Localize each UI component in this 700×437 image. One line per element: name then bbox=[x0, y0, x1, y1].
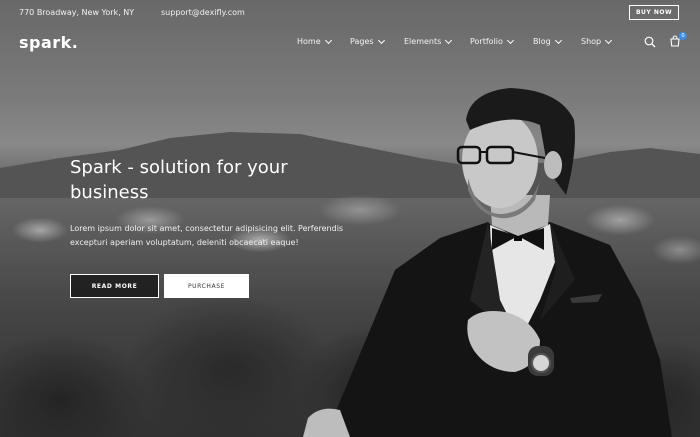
purchase-button[interactable]: PURCHASE bbox=[164, 274, 249, 298]
address-text: 770 Broadway, New York, NY bbox=[19, 8, 135, 17]
email-link[interactable]: support@dexifly.com bbox=[161, 8, 245, 17]
nav-item-pages[interactable]: Pages bbox=[350, 36, 385, 46]
nav-item-label: Elements bbox=[404, 37, 442, 46]
chevron-down-icon bbox=[554, 36, 562, 44]
nav-item-elements[interactable]: Elements bbox=[404, 36, 453, 46]
chevron-down-icon bbox=[324, 36, 332, 44]
main-nav: Elements bbox=[404, 36, 453, 46]
chevron-down-icon bbox=[445, 36, 453, 44]
nav-item-label: Portfolio bbox=[470, 37, 503, 46]
main-nav: Portfolio bbox=[470, 36, 514, 46]
nav-item-portfolio[interactable]: Portfolio bbox=[470, 36, 514, 46]
buy-now-button[interactable]: BUY NOW bbox=[629, 5, 679, 20]
main-nav: Home bbox=[297, 36, 332, 46]
chevron-down-icon bbox=[377, 36, 385, 44]
chevron-down-icon bbox=[605, 36, 613, 44]
cart-count-badge: 0 bbox=[679, 32, 687, 40]
nav-item-home[interactable]: Home bbox=[297, 36, 332, 46]
nav-item-label: Shop bbox=[581, 37, 602, 46]
hero-person-image bbox=[303, 88, 672, 437]
top-bar: 770 Broadway, New York, NY support@dexif… bbox=[0, 0, 700, 28]
hero-title: Spark - solution for your business bbox=[70, 157, 288, 203]
read-more-button[interactable]: READ MORE bbox=[70, 274, 159, 298]
nav-item-label: Blog bbox=[533, 37, 551, 46]
nav-item-label: Pages bbox=[350, 37, 374, 46]
main-nav: Pages bbox=[350, 36, 385, 46]
nav-item-blog[interactable]: Blog bbox=[533, 36, 562, 46]
hero-description: Lorem ipsum dolor sit amet, consectetur … bbox=[70, 224, 344, 247]
main-nav: Shop bbox=[581, 36, 613, 46]
search-icon[interactable] bbox=[644, 36, 656, 48]
site-logo[interactable]: spark. bbox=[19, 33, 78, 52]
nav-item-label: Home bbox=[297, 37, 321, 46]
chevron-down-icon bbox=[506, 36, 514, 44]
nav-item-shop[interactable]: Shop bbox=[581, 36, 613, 46]
main-nav: Blog bbox=[533, 36, 562, 46]
